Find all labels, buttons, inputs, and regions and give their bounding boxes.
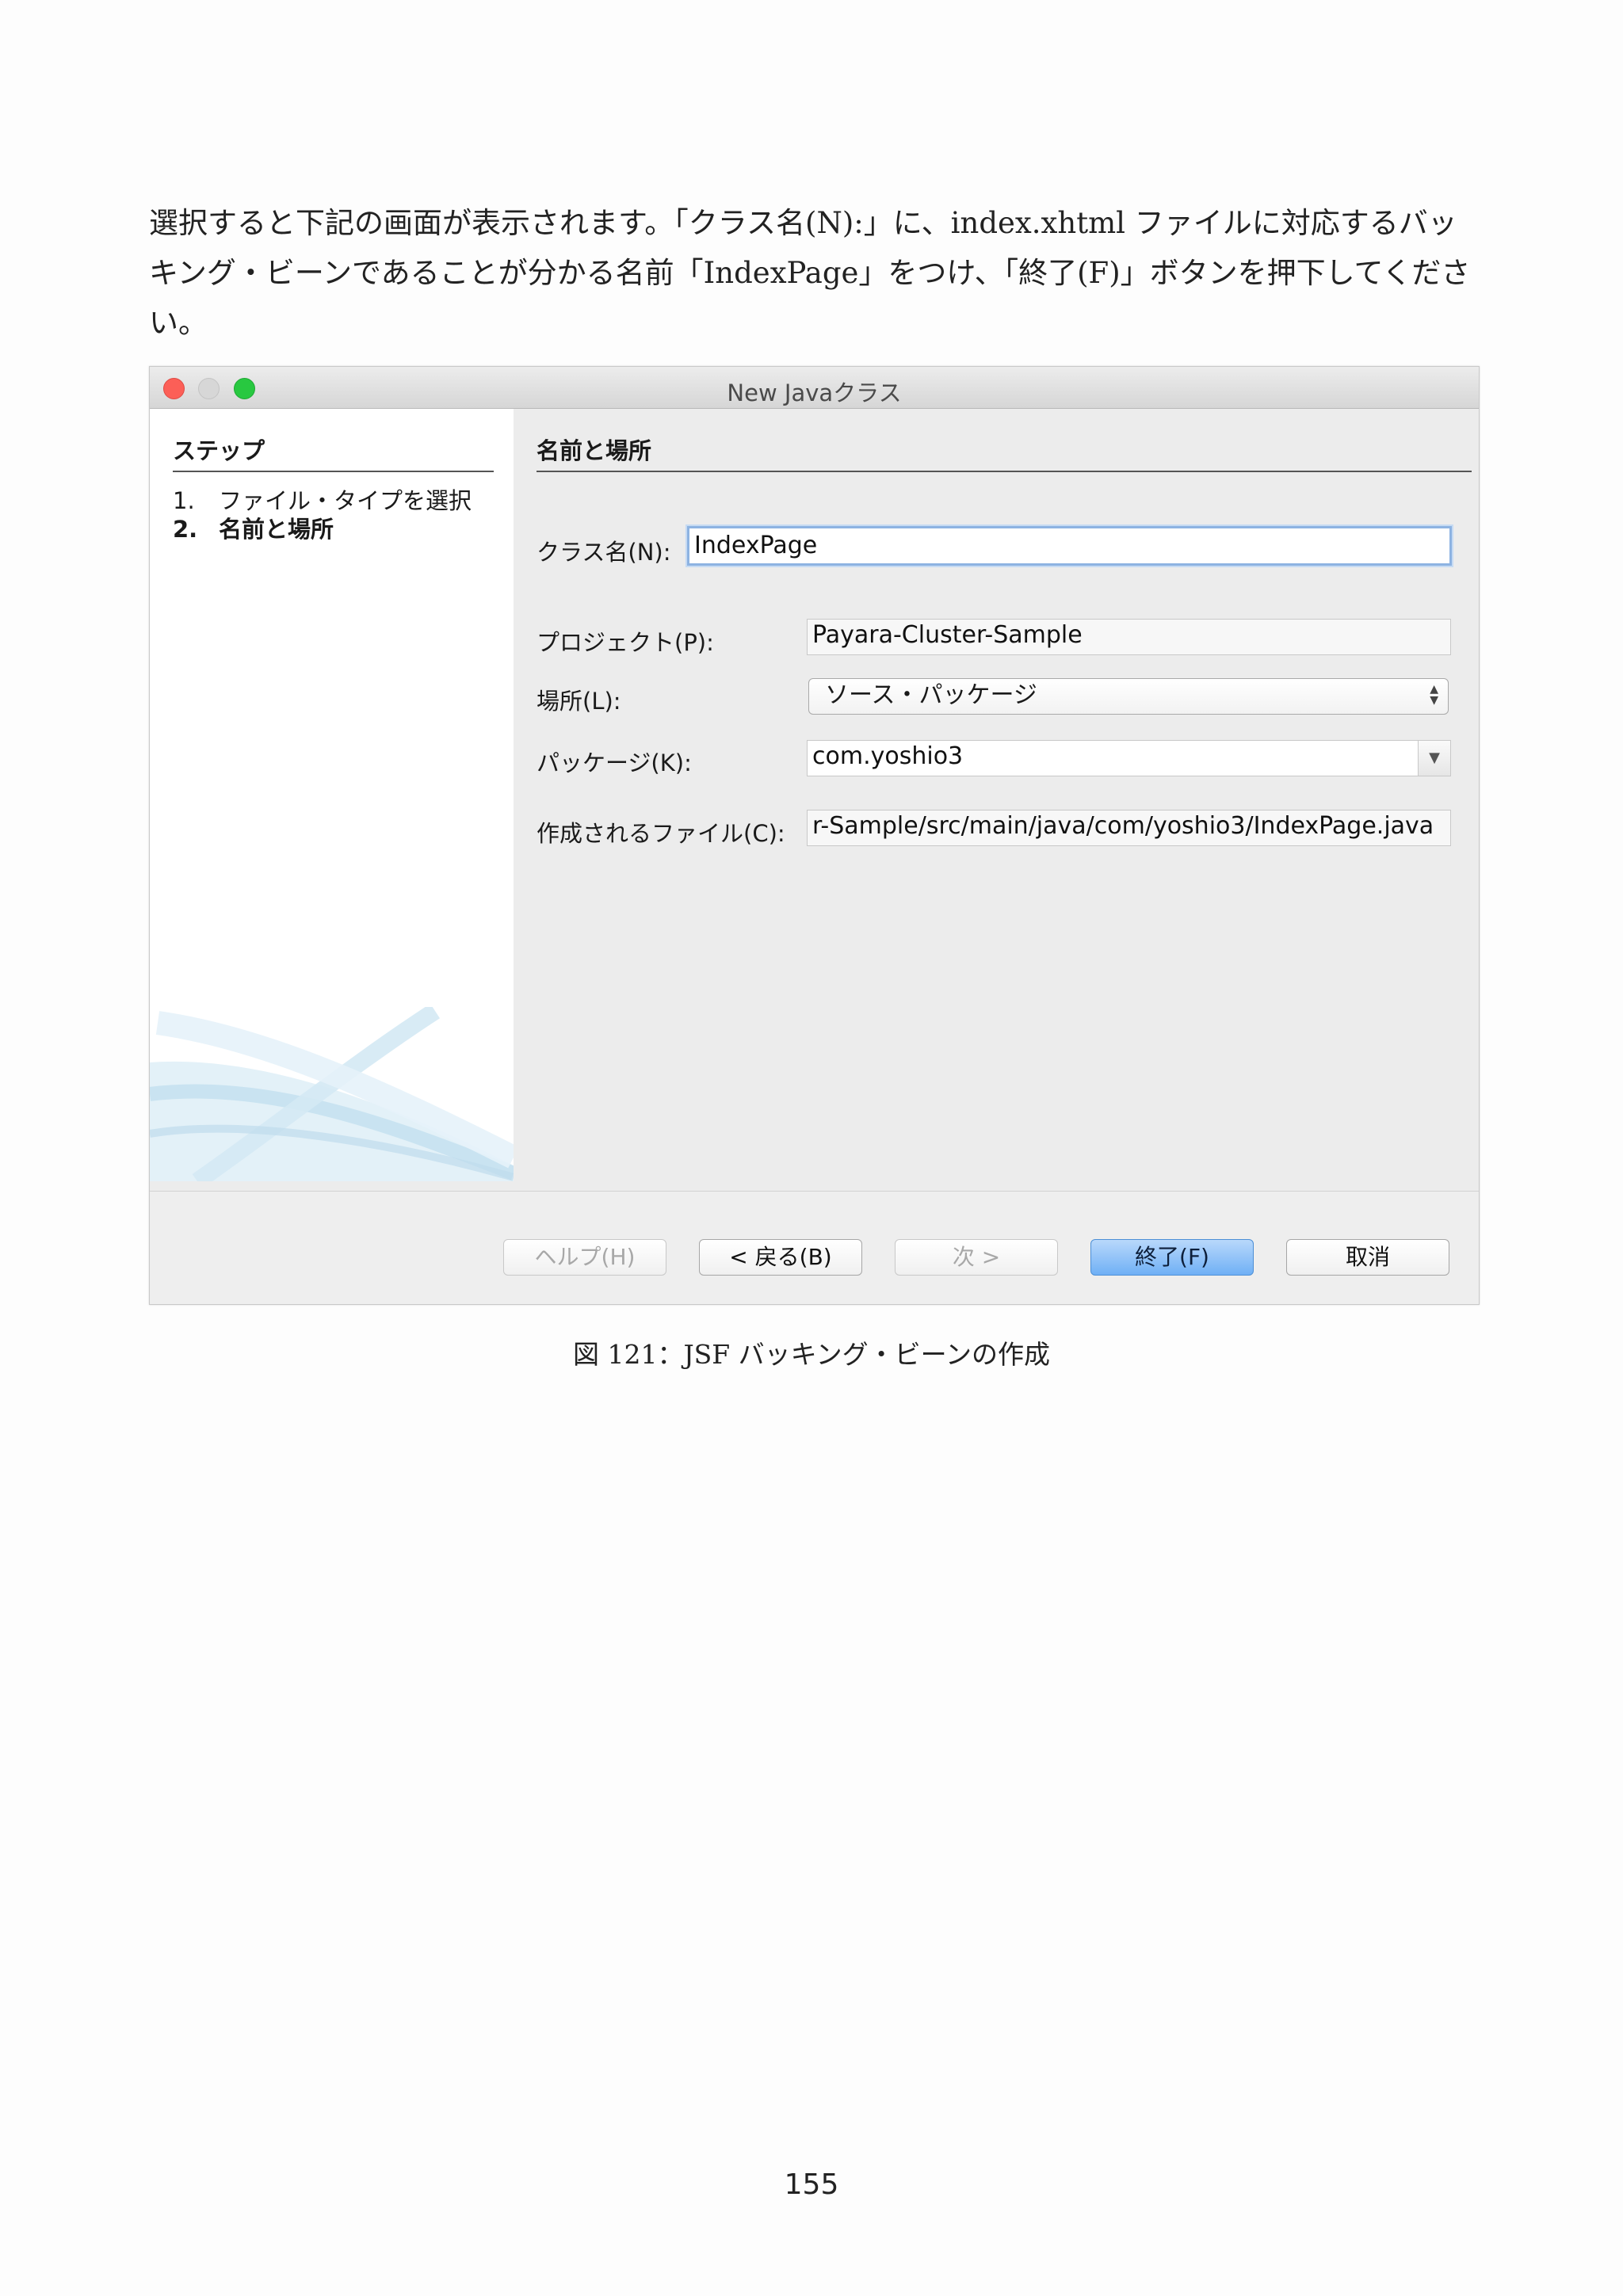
step-item-2: 2. 名前と場所 <box>173 511 334 544</box>
intro-line-2: キング・ビーンであることが分かる名前「IndexPage」をつけ、「終了(F)」… <box>149 256 1471 340</box>
figure-caption: 図 121：JSF バッキング・ビーンの作成 <box>572 1339 1051 1370</box>
cancel-button[interactable]: 取消 <box>1286 1239 1449 1276</box>
name-location-panel: 名前と場所 クラス名(N): IndexPage プロジェクト(P): Paya… <box>514 409 1479 1181</box>
next-button[interactable]: 次 > <box>895 1239 1058 1276</box>
intro-paragraph: 選択すると下記の画面が表示されます。「クラス名(N):」に、index.xhtm… <box>149 198 1496 348</box>
steps-panel: ステップ 1. ファイル・タイプを選択 2. 名前と場所 <box>150 409 514 1181</box>
chevron-down-icon[interactable]: ▼ <box>1418 741 1450 776</box>
location-select[interactable]: ソース・パッケージ ▲ ▼ <box>808 678 1449 715</box>
project-field: Payara-Cluster-Sample <box>807 619 1451 655</box>
updown-arrows-icon: ▲ ▼ <box>1430 683 1438 707</box>
decorative-swoosh-graphic <box>150 1007 514 1181</box>
package-value: com.yoshio3 <box>812 742 964 770</box>
step-label: 名前と場所 <box>219 516 334 543</box>
step-number: 2. <box>173 516 198 543</box>
created-file-field: r-Sample/src/main/java/com/yoshio3/Index… <box>807 810 1451 846</box>
steps-heading: ステップ <box>173 433 494 472</box>
finish-button[interactable]: 終了(F) <box>1090 1239 1254 1276</box>
location-selected-value: ソース・パッケージ <box>825 681 1037 709</box>
package-combobox[interactable]: com.yoshio3 ▼ <box>807 740 1451 776</box>
help-button[interactable]: ヘルプ(H) <box>503 1239 666 1276</box>
back-button[interactable]: < 戻る(B) <box>699 1239 862 1276</box>
package-label: パッケージ(K): <box>537 749 692 776</box>
section-heading: 名前と場所 <box>537 433 1472 472</box>
project-label: プロジェクト(P): <box>537 629 714 656</box>
new-java-class-dialog: New Javaクラス ステップ 1. ファイル・タイプを選択 2. 名前と場所 名… <box>149 366 1480 1305</box>
created-file-label: 作成されるファイル(C): <box>537 820 785 847</box>
step-label: ファイル・タイプを選択 <box>219 487 472 514</box>
dialog-title: New Javaクラス <box>727 379 902 406</box>
button-bar: ヘルプ(H) < 戻る(B) 次 > 終了(F) 取消 <box>150 1191 1479 1304</box>
location-label: 場所(L): <box>537 688 621 715</box>
step-number: 1. <box>173 487 195 514</box>
class-name-input[interactable]: IndexPage <box>687 526 1452 566</box>
class-name-label: クラス名(N): <box>537 539 671 566</box>
title-bar[interactable]: New Javaクラス <box>150 367 1479 409</box>
page-number: 155 <box>784 2168 839 2201</box>
intro-line-1: 選択すると下記の画面が表示されます。「クラス名(N):」に、index.xhtm… <box>149 206 1457 240</box>
